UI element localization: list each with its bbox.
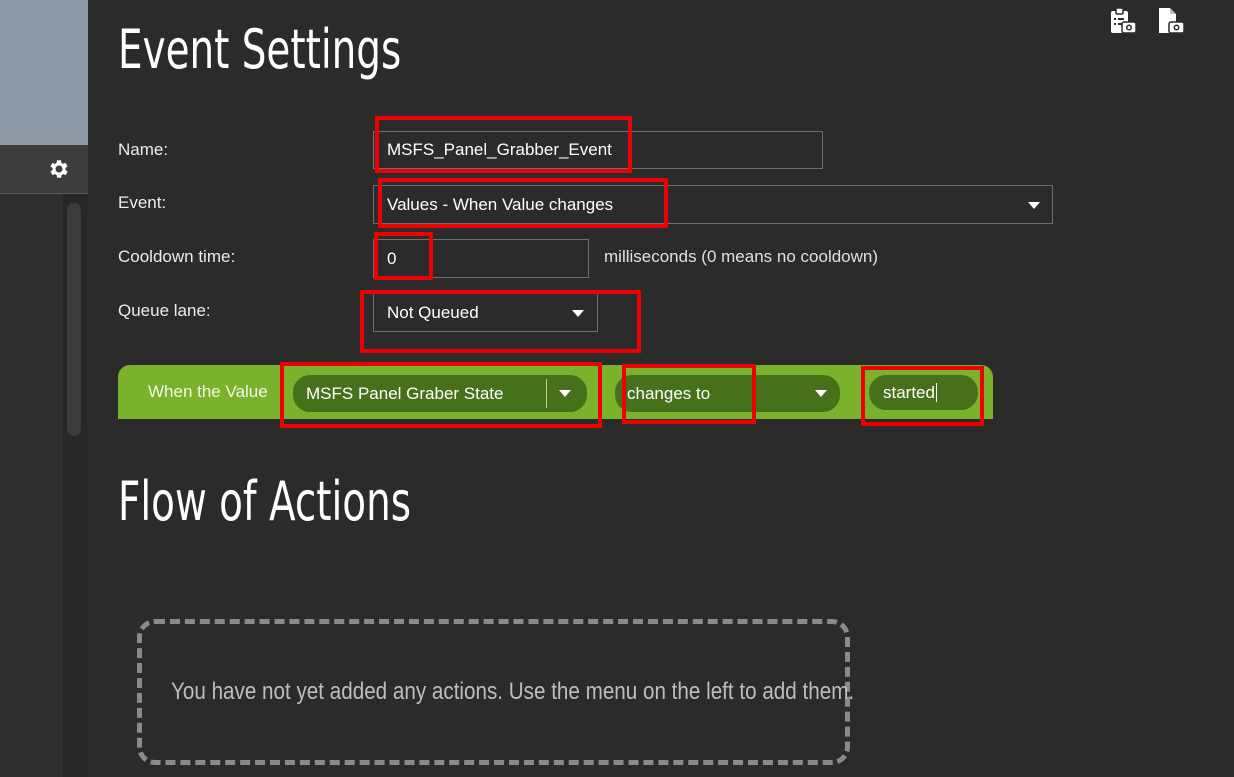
gear-icon[interactable]	[47, 157, 71, 181]
chevron-down-icon	[572, 310, 584, 317]
chevron-down-icon	[559, 390, 571, 397]
queue-lane-label: Queue lane:	[118, 301, 211, 320]
name-label: Name:	[118, 140, 169, 159]
value-name-select[interactable]: MSFS Panel Graber State	[293, 375, 587, 412]
condition-prefix: When the Value	[148, 382, 268, 401]
file-camera-icon[interactable]	[1157, 7, 1185, 35]
cooldown-input[interactable]: 0	[373, 239, 589, 278]
page-title: Event Settings	[118, 18, 402, 81]
compare-value-input-value: started	[883, 382, 935, 402]
chevron-down-icon	[815, 390, 827, 397]
flow-of-actions-heading: Flow of Actions	[118, 470, 411, 533]
operator-select-value: changes to	[627, 383, 711, 403]
value-name-select-value: MSFS Panel Graber State	[306, 383, 504, 403]
compare-value-input[interactable]: started	[869, 375, 978, 410]
operator-select[interactable]: changes to	[615, 375, 840, 412]
sidebar-scroll-thumb[interactable]	[67, 203, 81, 436]
clipboard-camera-icon[interactable]	[1109, 7, 1137, 35]
text-cursor	[935, 383, 937, 402]
select-divider	[546, 379, 547, 408]
name-input-value: MSFS_Panel_Grabber_Event	[387, 140, 612, 159]
cooldown-input-value: 0	[387, 248, 397, 268]
event-select-value: Values - When Value changes	[387, 194, 614, 214]
sidebar-settings-bar	[0, 145, 88, 194]
name-input[interactable]: MSFS_Panel_Grabber_Event	[373, 131, 823, 169]
empty-actions-message: You have not yet added any actions. Use …	[171, 678, 855, 705]
cooldown-hint: milliseconds (0 means no cooldown)	[604, 247, 879, 266]
sidebar-header-area	[0, 0, 88, 145]
queue-lane-select-value: Not Queued	[387, 302, 479, 322]
event-select[interactable]: Values - When Value changes	[373, 185, 1053, 224]
cooldown-label: Cooldown time:	[118, 247, 236, 266]
queue-lane-select[interactable]: Not Queued	[373, 293, 598, 332]
event-label: Event:	[118, 193, 167, 212]
chevron-down-icon	[1028, 202, 1040, 209]
